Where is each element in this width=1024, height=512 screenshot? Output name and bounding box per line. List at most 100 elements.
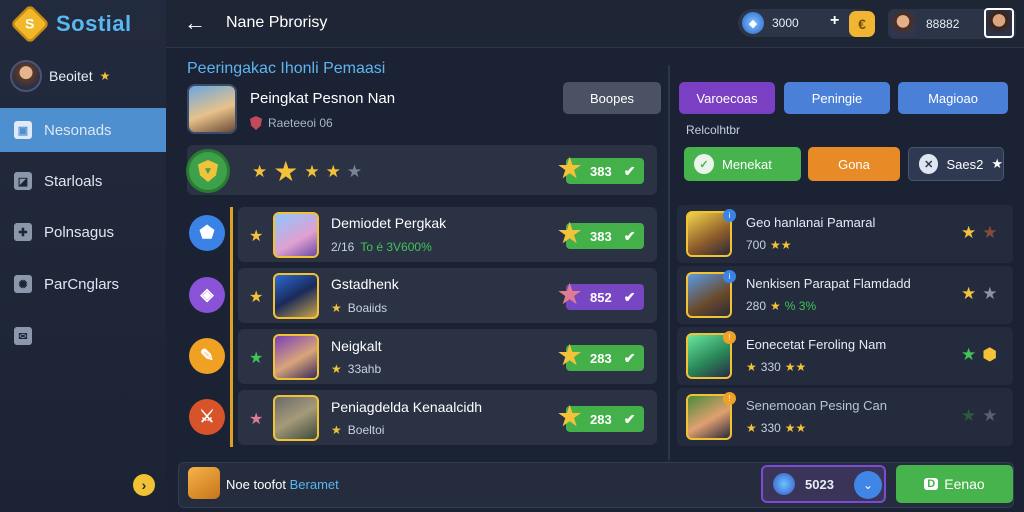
hero-title: Peingkat Pesnon Nan — [250, 90, 396, 107]
user-profile[interactable]: Beoitet ★ — [10, 60, 110, 92]
tab-peningie[interactable]: Peningie — [784, 82, 890, 114]
reward-sub: 280 ★% 3% — [746, 299, 817, 313]
score-value: 383 — [590, 163, 612, 179]
item-thumbnail — [273, 212, 319, 258]
add-currency-button[interactable]: + — [830, 12, 839, 30]
sidebar-item-label: Starloals — [44, 172, 103, 190]
reward-title: Eonecetat Feroling Nam — [746, 337, 887, 352]
confirm-icon: D — [924, 478, 939, 490]
user-avatar-button[interactable] — [984, 8, 1014, 38]
confirm-button[interactable]: D Eenao — [896, 465, 1013, 503]
sidebar-item-mail[interactable]: ✉ — [0, 314, 166, 358]
row-score[interactable]: ★ 383 ✔ — [558, 218, 644, 249]
row-title: Peniagdelda Kenaalcidh — [331, 399, 483, 415]
avatar — [10, 60, 42, 92]
reward-row[interactable]: i Geo hanlanai Pamaral 700 ★★ ★ ★ — [677, 205, 1013, 263]
star-marker-icon: ★ — [249, 289, 264, 306]
star-icon: ★ — [961, 406, 977, 425]
row-title: Demiodet Pergkak — [331, 215, 447, 231]
check-icon: ✔ — [623, 227, 636, 244]
check-icon: ✔ — [623, 349, 636, 366]
star-marker-icon: ★ — [249, 350, 264, 367]
info-badge-icon: i — [723, 270, 736, 283]
star-empty-icon: ★ — [346, 161, 363, 181]
info-badge-icon: ! — [723, 331, 736, 344]
hero-sub-text: Raeteeoi 06 — [268, 116, 333, 130]
shield-icon: ✕ — [919, 154, 939, 174]
reward-title: Geo hanlanai Pamaral — [746, 215, 876, 230]
filter-chip-saes2[interactable]: ✕ Saes2 ★ — [908, 147, 1004, 181]
section-title: Peeringakac Ihonli Pemaasi — [187, 60, 386, 77]
star-icon: ★ — [558, 340, 582, 370]
sidebar-item-label: Polnsagus — [44, 223, 115, 241]
currency-value: 3000 — [772, 16, 799, 30]
profile-name: Beoitet — [49, 68, 93, 84]
filter-chip-gona[interactable]: Gona — [808, 147, 900, 181]
puzzle-icon: ✚ — [14, 223, 32, 241]
reward-marks: ★ ★ — [961, 284, 998, 304]
star-icon: ★ — [961, 284, 977, 303]
check-icon: ✓ — [694, 154, 714, 174]
reward-sub: ★ 330 ★★ — [746, 360, 807, 374]
star-marker-icon: ★ — [249, 228, 264, 245]
check-icon: ✔ — [623, 162, 636, 179]
star-icon: ★ — [304, 161, 320, 181]
rank-emblem-icon: ▼ — [189, 152, 227, 190]
item-thumbnail — [273, 273, 319, 319]
item-thumbnail — [273, 395, 319, 441]
shield-icon — [250, 116, 262, 130]
row-subtitle: ★ Boaiids — [331, 301, 388, 315]
row-score[interactable]: ★ 852 ✔ — [558, 279, 644, 310]
check-icon: ✔ — [623, 288, 636, 305]
badge-icon: ⬢ — [982, 345, 998, 364]
reward-title: Nenkisen Parapat Flamdadd — [746, 276, 911, 291]
tab-magioao[interactable]: Magioao — [898, 82, 1008, 114]
reward-marks: ★ ★ — [961, 223, 998, 243]
star-icon: ★ — [982, 284, 998, 303]
rating-stars: ★ ★ ★ ★ ★ — [252, 155, 362, 188]
app-logo[interactable]: S Sostial — [10, 4, 132, 44]
info-badge-icon: i — [723, 209, 736, 222]
row-score[interactable]: ★ 283 ✔ — [558, 340, 644, 371]
reward-title: Senemooan Pesing Can — [746, 398, 887, 413]
reward-marks: ★ ⬢ — [961, 345, 997, 365]
star-icon: ★ — [273, 156, 299, 187]
reward-row[interactable]: i Nenkisen Parapat Flamdadd 280 ★% 3% ★ ★ — [677, 266, 1013, 324]
sidebar-item-parcnglars[interactable]: ✺ ParCnglars — [0, 262, 166, 306]
back-arrow-icon[interactable]: ← — [184, 10, 206, 36]
star-icon: ★ — [558, 279, 582, 309]
collapse-sidebar-button[interactable]: › — [133, 474, 155, 496]
info-badge-icon: ! — [723, 392, 736, 405]
gold-coin-icon[interactable]: € — [849, 11, 875, 37]
cube-icon: ◈ — [189, 277, 225, 313]
row-title: Gstadhenk — [331, 276, 399, 292]
chevron-down-icon[interactable]: ⌄ — [854, 471, 882, 499]
star-icon: ★ — [252, 161, 268, 181]
reward-sub: ★ 330 ★★ — [746, 421, 807, 435]
sidebar-item-polnsagus[interactable]: ✚ Polnsagus — [0, 210, 166, 254]
star-icon: ★ — [982, 223, 998, 242]
reward-row[interactable]: ! Senemooan Pesing Can ★ 330 ★★ ★ ★ — [677, 388, 1013, 446]
row-score[interactable]: ★ 283 ✔ — [558, 401, 644, 432]
options-button[interactable]: Boopes — [563, 82, 661, 114]
app-name: Sostial — [56, 11, 132, 36]
timeline-line — [230, 207, 233, 447]
reward-row[interactable]: ! Eonecetat Feroling Nam ★ 330 ★★ ★ ⬢ — [677, 327, 1013, 385]
sidebar-item-starloals[interactable]: ◪ Starloals — [0, 159, 166, 203]
tab-varoecoas[interactable]: Varoecoas — [679, 82, 775, 114]
hero-portrait[interactable] — [187, 84, 237, 134]
sidebar-item-nesonads[interactable]: ▣ Nesonads — [0, 108, 166, 152]
star-icon: ★ — [558, 218, 582, 248]
user-icon: ▣ — [14, 121, 32, 139]
row-subtitle: 2/16 To é 3V600% — [331, 240, 432, 254]
chest-icon[interactable] — [188, 467, 220, 499]
item-thumbnail — [273, 334, 319, 380]
sword-icon: ⚔ — [189, 399, 225, 435]
gem-icon — [773, 473, 795, 495]
task-icon: ✎ — [189, 338, 225, 374]
filter-chip-menekat[interactable]: ✓ Menekat — [684, 147, 801, 181]
rating-score[interactable]: ★ 383 ✔ — [558, 153, 644, 184]
page-title: Nane Pbrorisy — [226, 14, 328, 31]
reward-marks: ★ ★ — [961, 406, 998, 426]
chart-icon: ◪ — [14, 172, 32, 190]
